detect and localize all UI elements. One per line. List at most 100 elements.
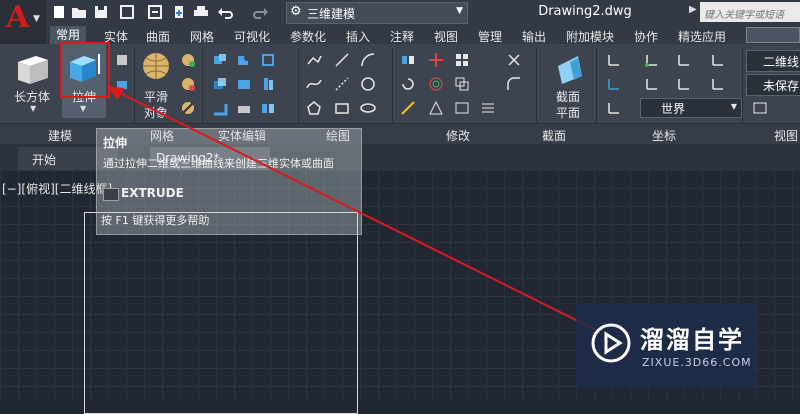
tab-visualize[interactable]: 可视化 bbox=[234, 28, 270, 44]
undo-icon[interactable] bbox=[216, 3, 234, 21]
mesh-crease-icon[interactable] bbox=[180, 100, 196, 116]
imprint-icon[interactable] bbox=[236, 100, 252, 116]
new-icon[interactable] bbox=[50, 3, 68, 21]
saveas-icon[interactable] bbox=[118, 3, 136, 21]
tab-insert[interactable]: 插入 bbox=[346, 28, 370, 44]
chevron-down-icon: ▼ bbox=[730, 102, 737, 111]
align-icon[interactable] bbox=[428, 100, 444, 116]
move-icon[interactable] bbox=[400, 52, 416, 68]
chevron-right-icon[interactable]: ▶ bbox=[689, 4, 697, 15]
fillet-edge-icon[interactable] bbox=[212, 100, 228, 116]
shell-icon[interactable] bbox=[236, 76, 252, 92]
section-plane-label[interactable]: 截面 bbox=[556, 88, 580, 105]
tab-mesh[interactable]: 网格 bbox=[190, 28, 214, 44]
tab-annotate[interactable]: 注释 bbox=[390, 28, 414, 44]
panel-section[interactable]: 截面 bbox=[542, 127, 566, 144]
extract-edges-icon[interactable] bbox=[260, 76, 276, 92]
intersect-icon[interactable] bbox=[212, 76, 228, 92]
circle-icon[interactable] bbox=[360, 76, 376, 92]
ellipse-icon[interactable] bbox=[360, 100, 376, 116]
watermark: 溜溜自学 ZIXUE.3D66.COM bbox=[576, 304, 756, 388]
gizmo-move-icon[interactable] bbox=[428, 52, 444, 68]
fillet-icon[interactable] bbox=[506, 76, 522, 92]
panel-coordinates[interactable]: 坐标 bbox=[652, 127, 676, 144]
save-web-icon[interactable] bbox=[146, 3, 164, 21]
section-plane-label-2[interactable]: 平面 bbox=[556, 104, 580, 121]
document-title: Drawing2.dwg bbox=[538, 4, 632, 19]
box-icon[interactable] bbox=[14, 50, 52, 88]
ray-icon[interactable] bbox=[334, 76, 350, 92]
scale-icon[interactable] bbox=[400, 100, 416, 116]
rotate-icon[interactable] bbox=[400, 76, 416, 92]
array-icon[interactable] bbox=[454, 52, 470, 68]
gear-icon: ⚙ bbox=[290, 4, 302, 19]
ribbon-minimize-button[interactable] bbox=[746, 27, 800, 43]
panel-modeling[interactable]: 建模 bbox=[48, 127, 72, 144]
tab-surface[interactable]: 曲面 bbox=[146, 28, 170, 44]
redo-icon[interactable] bbox=[252, 3, 270, 21]
mesh-refine-icon[interactable] bbox=[180, 76, 196, 92]
watermark-url: ZIXUE.3D66.COM bbox=[642, 356, 752, 369]
panel-view[interactable]: 视图 bbox=[774, 127, 798, 144]
mirror-icon[interactable] bbox=[454, 100, 470, 116]
polygon-icon[interactable] bbox=[306, 100, 322, 116]
ucs-icon[interactable] bbox=[606, 52, 622, 68]
section-plane-icon[interactable] bbox=[552, 52, 588, 88]
chevron-down-icon[interactable]: ▼ bbox=[30, 104, 36, 113]
line-icon[interactable] bbox=[334, 52, 350, 68]
union-icon[interactable] bbox=[212, 52, 228, 68]
polysolid-icon[interactable] bbox=[114, 76, 130, 92]
print-icon[interactable] bbox=[192, 3, 210, 21]
tab-view[interactable]: 视图 bbox=[434, 28, 458, 44]
ucs-world-dropdown[interactable]: 世界 ▼ bbox=[640, 98, 742, 118]
workspace-dropdown[interactable]: ⚙ 三维建模 ▼ bbox=[286, 2, 468, 24]
mesh-add-icon[interactable] bbox=[180, 52, 196, 68]
ucs-3point-icon[interactable] bbox=[710, 76, 726, 92]
highlight-box bbox=[60, 42, 110, 98]
subtract-icon[interactable] bbox=[236, 52, 252, 68]
drawn-rectangle[interactable] bbox=[84, 212, 358, 414]
chevron-down-icon[interactable]: ▼ bbox=[80, 104, 86, 113]
smooth-object-icon[interactable] bbox=[140, 50, 172, 82]
spline-icon[interactable] bbox=[306, 76, 322, 92]
trim-icon[interactable] bbox=[506, 52, 522, 68]
ucs-object-icon[interactable] bbox=[644, 76, 660, 92]
offset-icon[interactable] bbox=[480, 100, 496, 116]
tab-output[interactable]: 输出 bbox=[522, 28, 546, 44]
save-icon[interactable] bbox=[92, 3, 110, 21]
panel-modify[interactable]: 修改 bbox=[446, 127, 470, 144]
application-menu-button[interactable]: A ▼ bbox=[0, 0, 46, 44]
separate-icon[interactable] bbox=[260, 100, 276, 116]
polyline-icon[interactable] bbox=[306, 52, 322, 68]
tooltip-description: 通过拉伸二维或三维曲线来创建三维实体或曲面 bbox=[103, 157, 334, 170]
share-icon[interactable] bbox=[170, 3, 188, 21]
arc-icon[interactable] bbox=[360, 52, 376, 68]
ucs-z-icon[interactable] bbox=[710, 52, 726, 68]
tab-manage[interactable]: 管理 bbox=[478, 28, 502, 44]
ucs-world-icon[interactable] bbox=[606, 100, 622, 116]
box-button-label[interactable]: 长方体 bbox=[14, 88, 50, 105]
tab-collaborate[interactable]: 协作 bbox=[634, 28, 658, 44]
chevron-down-icon: ▼ bbox=[456, 6, 463, 16]
ucs-view-icon[interactable] bbox=[676, 76, 692, 92]
visual-style-dropdown[interactable]: 二维线 bbox=[746, 50, 800, 72]
play-logo-icon bbox=[591, 323, 631, 363]
search-input[interactable]: 键入关键字或短语 bbox=[700, 2, 800, 22]
rotate-3d-icon[interactable] bbox=[428, 76, 444, 92]
named-view-dropdown[interactable]: 未保存 bbox=[746, 74, 800, 96]
viewport-config-icon[interactable] bbox=[752, 100, 768, 116]
open-icon[interactable] bbox=[70, 3, 88, 21]
tab-parametric[interactable]: 参数化 bbox=[290, 28, 326, 44]
smooth-object-label-2[interactable]: 对象 bbox=[144, 104, 168, 121]
ucs-face-icon[interactable] bbox=[606, 76, 622, 92]
presspull-icon[interactable] bbox=[114, 52, 130, 68]
tab-featured-apps[interactable]: 精选应用 bbox=[678, 28, 726, 44]
ucs-origin-icon[interactable] bbox=[644, 52, 660, 68]
smooth-object-label[interactable]: 平滑 bbox=[144, 88, 168, 105]
tooltip-title: 拉伸 bbox=[103, 136, 128, 150]
tab-addins[interactable]: 附加模块 bbox=[566, 28, 614, 44]
slice-icon[interactable] bbox=[260, 52, 276, 68]
ucs-x-icon[interactable] bbox=[676, 52, 692, 68]
copy-icon[interactable] bbox=[454, 76, 470, 92]
rectangle-icon[interactable] bbox=[334, 100, 350, 116]
